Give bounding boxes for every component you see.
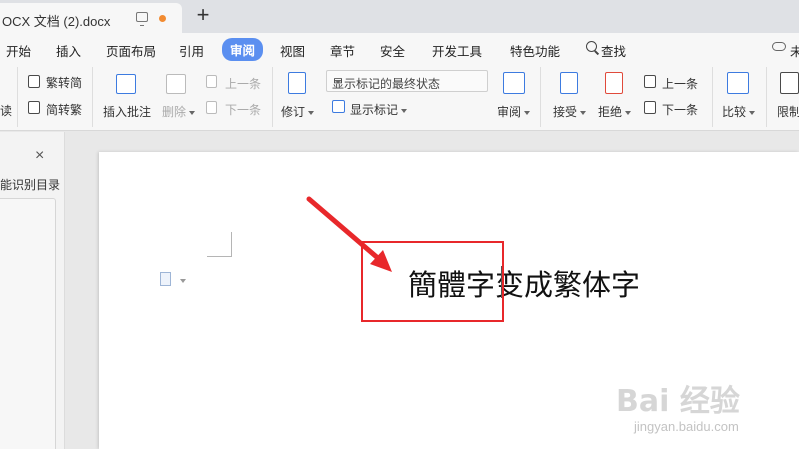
menu-references[interactable]: 引用 xyxy=(179,41,204,60)
title-bar: OCX 文档 (2).docx + xyxy=(0,0,799,33)
search-icon[interactable] xyxy=(586,41,597,52)
show-markup-icon xyxy=(332,100,345,113)
accept-button[interactable]: 接受 xyxy=(553,103,587,120)
cloud-icon[interactable] xyxy=(772,42,786,51)
compare-label: 比较 xyxy=(722,105,747,119)
toc-panel[interactable] xyxy=(0,198,56,449)
restrict-editing-icon xyxy=(780,72,799,94)
arrow-shaft xyxy=(306,196,389,268)
restrict-editing-button[interactable]: 限制 xyxy=(777,103,799,120)
menu-bar: 开始 插入 页面布局 引用 审阅 视图 章节 安全 开发工具 特色功能 查找 未 xyxy=(0,33,799,63)
chevron-down-icon xyxy=(625,110,632,115)
markup-state-value: 显示标记的最终状态 xyxy=(332,77,441,91)
watermark-logo: Bai 经验 xyxy=(616,384,740,419)
menu-insert[interactable]: 插入 xyxy=(56,41,81,60)
show-markup-button[interactable]: 显示标记 xyxy=(350,101,408,118)
review-pane-icon xyxy=(503,72,525,94)
toolbar-separator xyxy=(766,67,767,127)
menu-home[interactable]: 开始 xyxy=(6,41,31,60)
simp-to-trad-button[interactable]: 简转繁 xyxy=(46,101,82,118)
toolbar-separator xyxy=(272,67,273,127)
insert-comment-button[interactable]: 插入批注 xyxy=(103,103,151,120)
track-changes-icon xyxy=(288,72,306,94)
chevron-down-icon xyxy=(749,110,756,115)
next-change-button[interactable]: 下一条 xyxy=(662,101,698,118)
menu-developer[interactable]: 开发工具 xyxy=(432,41,482,60)
track-changes-button[interactable]: 修订 xyxy=(281,103,315,120)
margin-corner-mark xyxy=(207,232,232,257)
read-label-partial[interactable]: 读 xyxy=(0,102,12,119)
cloud-label[interactable]: 未 xyxy=(790,41,799,60)
compare-icon xyxy=(727,72,749,94)
reject-label: 拒绝 xyxy=(598,105,623,119)
chevron-down-icon xyxy=(335,80,341,84)
navigation-sidebar: × 能识别目录 xyxy=(0,132,65,449)
show-markup-label: 显示标记 xyxy=(350,103,399,117)
arrow-annotation xyxy=(306,196,392,272)
toolbar-separator xyxy=(540,67,541,127)
delete-label: 删除 xyxy=(162,105,187,119)
next-comment-button[interactable]: 下一条 xyxy=(225,101,261,118)
toolbar-separator xyxy=(17,67,18,127)
review-label: 审阅 xyxy=(497,105,522,119)
chevron-down-icon xyxy=(308,110,315,115)
chevron-down-icon xyxy=(524,110,531,115)
revise-label: 修订 xyxy=(281,105,306,119)
document-tab[interactable]: OCX 文档 (2).docx xyxy=(0,3,182,33)
next-comment-icon xyxy=(206,101,217,114)
review-pane-button[interactable]: 审阅 xyxy=(497,103,531,120)
smart-toc-button[interactable]: 能识别目录 xyxy=(0,176,60,193)
chevron-down-icon xyxy=(401,108,408,113)
monitor-icon[interactable] xyxy=(136,12,148,26)
paragraph-icon[interactable] xyxy=(160,272,171,286)
delete-comment-icon xyxy=(166,74,186,94)
prev-comment-button[interactable]: 上一条 xyxy=(225,75,261,92)
menu-security[interactable]: 安全 xyxy=(380,41,405,60)
close-icon[interactable]: × xyxy=(35,147,44,165)
chevron-down-icon xyxy=(189,110,196,115)
compare-button[interactable]: 比较 xyxy=(722,103,756,120)
trad-to-simp-button[interactable]: 繁转简 xyxy=(46,74,82,91)
document-tab-title: OCX 文档 (2).docx xyxy=(2,14,111,29)
chevron-down-icon xyxy=(580,110,587,115)
reject-icon xyxy=(605,72,623,94)
new-tab-button[interactable]: + xyxy=(191,4,215,28)
accept-label: 接受 xyxy=(553,105,578,119)
menu-chapter[interactable]: 章节 xyxy=(330,41,355,60)
chevron-down-icon[interactable] xyxy=(180,279,186,283)
markup-state-select[interactable]: 显示标记的最终状态 xyxy=(326,70,488,92)
reject-button[interactable]: 拒绝 xyxy=(598,103,632,120)
menu-special-features[interactable]: 特色功能 xyxy=(510,41,560,60)
watermark-url: jingyan.baidu.com xyxy=(634,419,739,434)
prev-comment-icon xyxy=(206,75,217,88)
delete-comment-button[interactable]: 删除 xyxy=(162,103,196,120)
toolbar-separator xyxy=(712,67,713,127)
simp-to-trad-icon xyxy=(28,101,40,114)
prev-change-button[interactable]: 上一条 xyxy=(662,75,698,92)
insert-comment-icon xyxy=(116,74,136,94)
unsaved-dot-icon xyxy=(159,15,166,22)
toolbar-separator xyxy=(92,67,93,127)
accept-icon xyxy=(560,72,578,94)
menu-view[interactable]: 视图 xyxy=(280,41,305,60)
menu-page-layout[interactable]: 页面布局 xyxy=(106,41,156,60)
trad-to-simp-icon xyxy=(28,75,40,88)
menu-review[interactable]: 审阅 xyxy=(222,38,264,61)
next-change-icon xyxy=(644,101,656,114)
menu-search-label[interactable]: 查找 xyxy=(601,41,626,60)
prev-change-icon xyxy=(644,75,656,88)
